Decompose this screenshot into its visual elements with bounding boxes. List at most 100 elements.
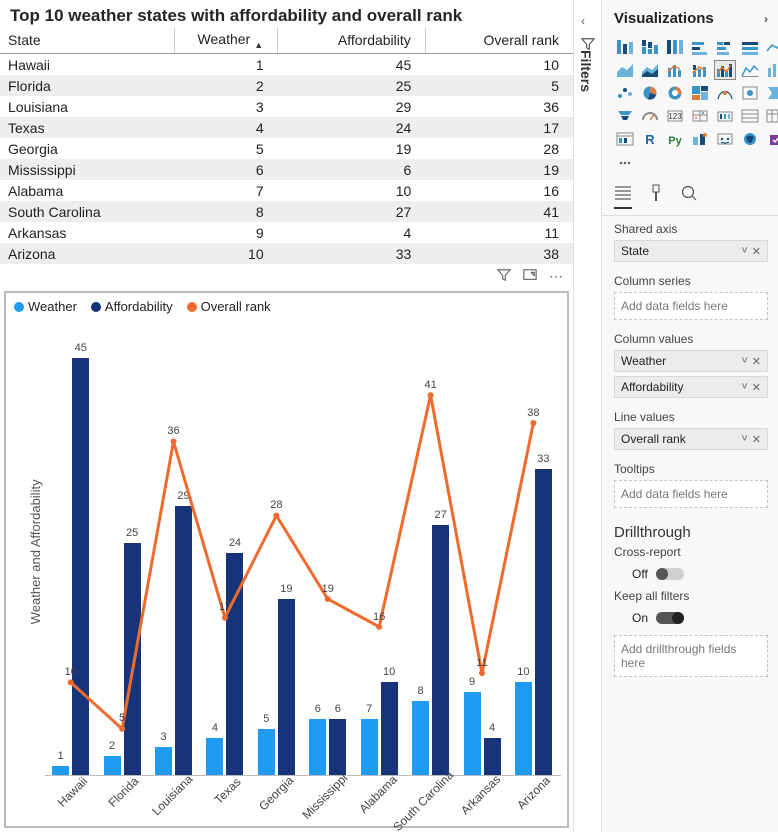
bar-weather[interactable]: 1 <box>52 766 69 775</box>
viz-type-icon[interactable] <box>614 152 636 172</box>
viz-type-icon[interactable] <box>689 106 711 126</box>
viz-type-icon[interactable] <box>714 83 736 103</box>
cross-report-toggle[interactable] <box>656 568 684 580</box>
bar-affordability[interactable]: 29 <box>175 506 192 775</box>
viz-type-icon[interactable] <box>614 83 636 103</box>
viz-type-icon[interactable] <box>739 37 761 57</box>
filters-pane-collapsed[interactable]: ‹ Filters <box>574 0 602 832</box>
table-row[interactable]: Texas42417 <box>0 117 573 138</box>
tooltips-well[interactable]: Add data fields here <box>614 480 768 508</box>
table-row[interactable]: Mississippi6619 <box>0 159 573 180</box>
tab-fields[interactable] <box>614 184 632 209</box>
bar-affordability[interactable]: 19 <box>278 599 295 775</box>
tab-format[interactable] <box>648 184 664 209</box>
viz-type-icon[interactable]: 123 <box>664 106 686 126</box>
field-well-state[interactable]: State ˅✕ <box>614 240 768 262</box>
col-header-affordability[interactable]: Affordability <box>278 28 426 53</box>
viz-type-icon[interactable] <box>664 60 686 80</box>
viz-type-icon[interactable] <box>764 129 778 149</box>
chevron-down-icon[interactable]: ˅ <box>741 245 747 258</box>
chevron-down-icon[interactable]: ˅ <box>741 355 747 368</box>
bar-weather[interactable]: 7 <box>361 719 378 775</box>
table-row[interactable]: Arizona103338 <box>0 243 573 264</box>
remove-field-icon[interactable]: ✕ <box>752 245 761 258</box>
table-row[interactable]: Arkansas9411 <box>0 222 573 243</box>
bar-affordability[interactable]: 33 <box>535 469 552 775</box>
viz-type-icon[interactable] <box>689 37 711 57</box>
viz-type-icon[interactable] <box>639 60 661 80</box>
field-well-affordability[interactable]: Affordability ˅✕ <box>614 376 768 398</box>
viz-type-icon[interactable] <box>639 106 661 126</box>
bar-affordability[interactable]: 27 <box>432 525 449 775</box>
tab-analytics[interactable] <box>680 184 698 209</box>
viz-type-icon[interactable] <box>714 60 736 80</box>
table-row[interactable]: Georgia51928 <box>0 138 573 159</box>
viz-type-icon[interactable]: Py <box>664 129 686 149</box>
col-header-state[interactable]: State <box>0 28 174 53</box>
viz-type-icon[interactable] <box>689 60 711 80</box>
viz-type-icon[interactable] <box>689 129 711 149</box>
combo-chart-visual[interactable]: Weather Affordability Overall rank Weath… <box>4 291 569 828</box>
bar-weather[interactable]: 4 <box>206 738 223 775</box>
viz-type-icon[interactable] <box>739 83 761 103</box>
legend-item-weather[interactable]: Weather <box>14 299 77 314</box>
bar-weather[interactable]: 5 <box>258 729 275 775</box>
legend-item-affordability[interactable]: Affordability <box>91 299 173 314</box>
bar-weather[interactable]: 6 <box>309 719 326 775</box>
table-row[interactable]: Florida2255 <box>0 75 573 96</box>
expand-filters-icon[interactable]: ‹ <box>581 14 585 28</box>
table-row[interactable]: Alabama71016 <box>0 180 573 201</box>
table-row[interactable]: Hawaii14510 <box>0 53 573 75</box>
filter-icon[interactable] <box>497 268 511 285</box>
field-well-weather[interactable]: Weather ˅✕ <box>614 350 768 372</box>
viz-type-icon[interactable] <box>739 129 761 149</box>
viz-type-icon[interactable] <box>764 106 778 126</box>
viz-type-icon[interactable] <box>714 37 736 57</box>
collapse-viz-icon[interactable]: › <box>764 12 768 26</box>
drillthrough-well[interactable]: Add drillthrough fields here <box>614 635 768 677</box>
more-options-icon[interactable]: ⋯ <box>549 268 563 285</box>
bar-weather[interactable]: 8 <box>412 701 429 775</box>
viz-type-icon[interactable] <box>689 83 711 103</box>
bar-affordability[interactable]: 10 <box>381 682 398 775</box>
bar-affordability[interactable]: 24 <box>226 553 243 775</box>
viz-type-icon[interactable] <box>664 37 686 57</box>
remove-field-icon[interactable]: ✕ <box>752 433 761 446</box>
viz-type-icon[interactable] <box>614 129 636 149</box>
field-well-overall[interactable]: Overall rank ˅✕ <box>614 428 768 450</box>
viz-type-icon[interactable] <box>739 60 761 80</box>
viz-type-icon[interactable] <box>764 60 778 80</box>
viz-type-icon[interactable] <box>764 37 778 57</box>
keep-filters-toggle[interactable] <box>656 612 684 624</box>
col-header-weather[interactable]: Weather▲ <box>174 28 277 53</box>
viz-type-icon[interactable] <box>639 83 661 103</box>
table-row[interactable]: South Carolina82741 <box>0 201 573 222</box>
viz-type-icon[interactable] <box>614 37 636 57</box>
bar-weather[interactable]: 10 <box>515 682 532 775</box>
legend-item-overall[interactable]: Overall rank <box>187 299 271 314</box>
chevron-down-icon[interactable]: ˅ <box>741 433 747 446</box>
viz-type-icon[interactable] <box>764 83 778 103</box>
plot-area[interactable]: 1 45 Hawaii 2 25 Florida 3 29 Louisiana … <box>45 328 561 776</box>
focus-mode-icon[interactable] <box>523 268 537 285</box>
viz-type-icon[interactable] <box>714 106 736 126</box>
bar-weather[interactable]: 3 <box>155 747 172 775</box>
bar-affordability[interactable]: 6 <box>329 719 346 775</box>
remove-field-icon[interactable]: ✕ <box>752 355 761 368</box>
viz-type-icon[interactable] <box>714 129 736 149</box>
viz-type-icon[interactable] <box>614 106 636 126</box>
remove-field-icon[interactable]: ✕ <box>752 381 761 394</box>
viz-type-icon[interactable] <box>739 106 761 126</box>
chevron-down-icon[interactable]: ˅ <box>741 381 747 394</box>
viz-type-icon[interactable]: R <box>639 129 661 149</box>
bar-weather[interactable]: 9 <box>464 692 481 775</box>
bar-weather[interactable]: 2 <box>104 756 121 775</box>
bar-affordability[interactable]: 25 <box>124 543 141 775</box>
viz-type-icon[interactable] <box>614 60 636 80</box>
column-series-well[interactable]: Add data fields here <box>614 292 768 320</box>
bar-affordability[interactable]: 45 <box>72 358 89 775</box>
col-header-overall[interactable]: Overall rank <box>425 28 573 53</box>
table-row[interactable]: Louisiana32936 <box>0 96 573 117</box>
viz-type-icon[interactable] <box>664 83 686 103</box>
viz-type-icon[interactable] <box>639 37 661 57</box>
